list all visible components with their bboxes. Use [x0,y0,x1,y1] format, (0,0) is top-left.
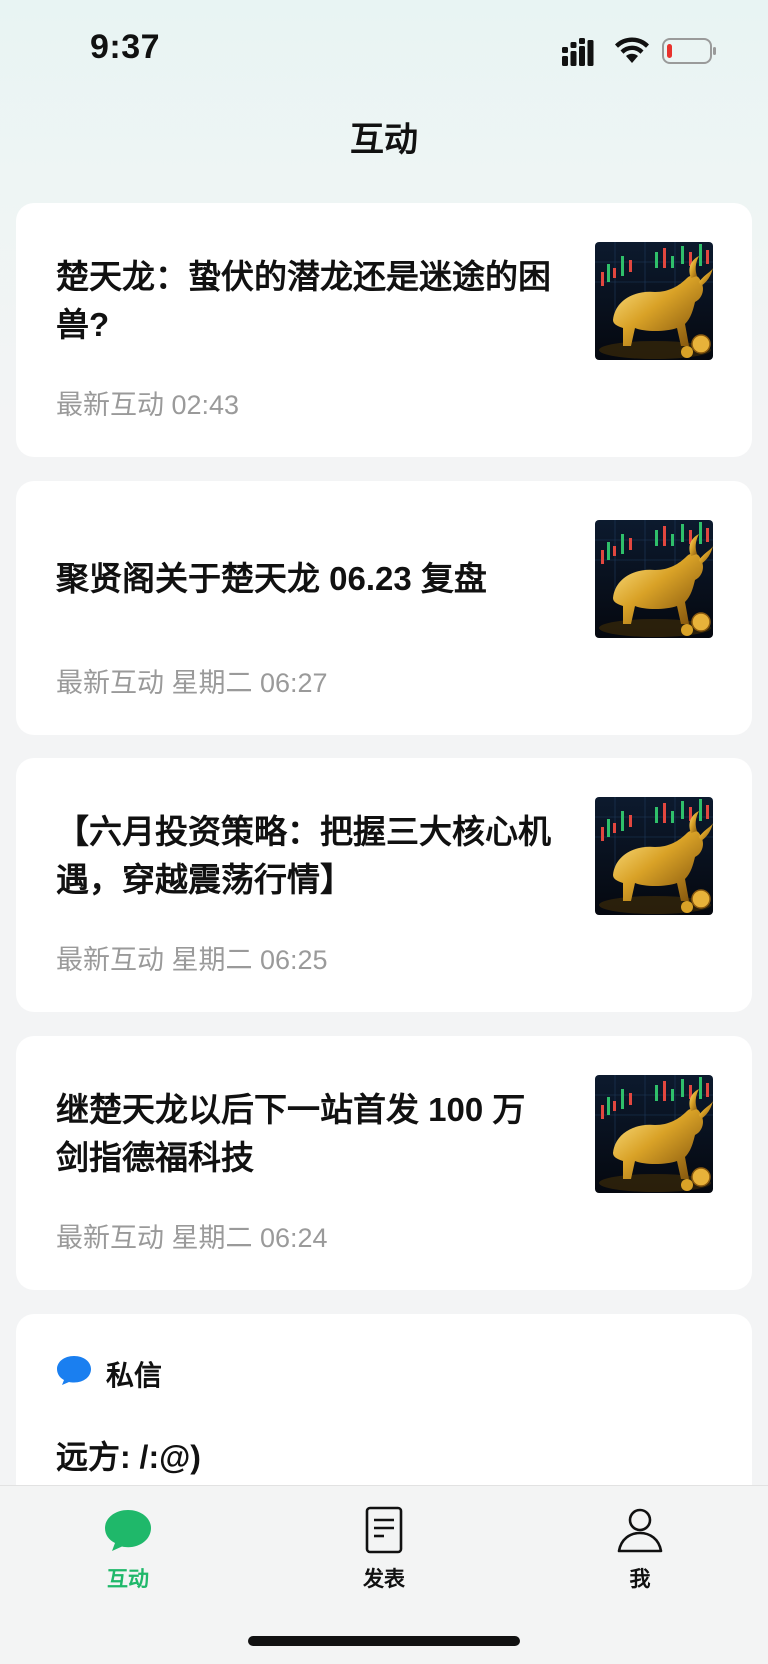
post-title: 继楚天龙以后下一站首发 100 万剑指德福科技 [56,1091,526,1176]
direct-messages-label: 私信 [106,1360,163,1391]
post-latest-activity: 最新互动 星期二 06:24 [56,1223,328,1253]
chat-bubble-icon [57,1356,91,1385]
golden-bull-image [595,1075,713,1193]
post-title: 楚天龙：蛰伏的潜龙还是迷途的困兽? [56,258,551,343]
golden-bull-image [595,797,713,915]
document-icon [365,1506,403,1554]
chat-bubble-icon [105,1510,151,1551]
cellular-signal-icon [562,38,594,66]
post-latest-activity: 最新互动 星期二 06:25 [56,945,328,975]
latest-message-preview: 远方: /:@) [56,1439,201,1475]
post-card[interactable]: 【六月投资策略：把握三大核心机遇，穿越震荡行情】 最新互动 星期二 06:25 [16,758,752,1012]
tab-label: 互动 [107,1568,149,1591]
wifi-icon [615,37,649,63]
battery-icon [662,38,716,64]
tab-publish[interactable]: 发表 [256,1486,512,1606]
direct-messages-card[interactable]: 私信 远方: /:@) [16,1314,752,1514]
post-latest-activity: 最新互动 星期二 06:27 [56,668,328,698]
post-title: 聚贤阁关于楚天龙 06.23 复盘 [56,560,487,597]
post-title: 【六月投资策略：把握三大核心机遇，穿越震荡行情】 [56,813,551,898]
home-indicator[interactable] [248,1636,520,1646]
golden-bull-image [595,242,713,360]
status-time: 9:37 [90,28,161,66]
status-bar: 9:37 [0,0,768,100]
post-latest-activity: 最新互动 02:43 [56,390,240,420]
golden-bull-image [595,520,713,638]
tab-label: 发表 [363,1568,405,1591]
post-card[interactable]: 楚天龙：蛰伏的潜龙还是迷途的困兽? 最新互动 02:43 [16,203,752,457]
tab-me[interactable]: 我 [512,1486,768,1606]
post-card[interactable]: 继楚天龙以后下一站首发 100 万剑指德福科技 最新互动 星期二 06:24 [16,1036,752,1290]
post-card[interactable]: 聚贤阁关于楚天龙 06.23 复盘 最新互动 星期二 06:27 [16,481,752,735]
tab-label: 我 [629,1568,651,1591]
tab-interactions[interactable]: 互动 [0,1486,256,1606]
person-icon [617,1508,663,1553]
page-title: 互动 [350,121,418,159]
